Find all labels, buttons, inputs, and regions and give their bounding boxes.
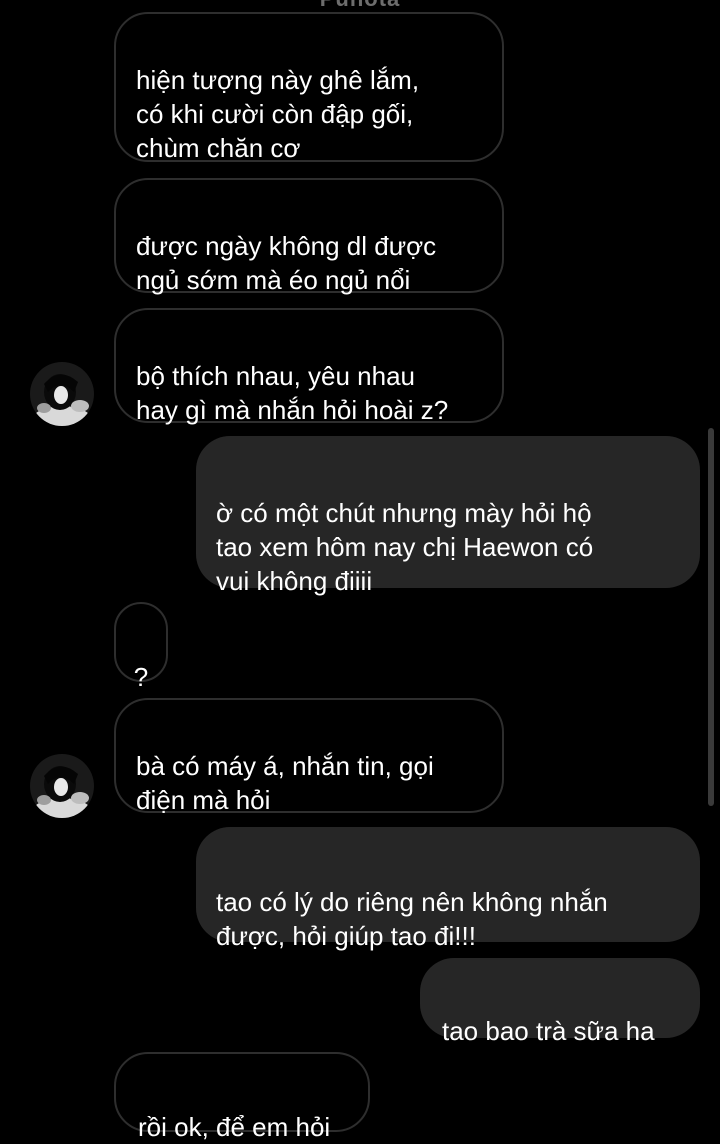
contact-name-header: Punota xyxy=(0,0,720,12)
message-text: tao bao trà sữa ha xyxy=(442,1016,655,1046)
incoming-message[interactable]: rồi ok, để em hỏi xyxy=(114,1052,370,1142)
message-text: tao có lý do riêng nên không nhắn được, … xyxy=(216,887,608,951)
outgoing-message[interactable]: tao bao trà sữa ha xyxy=(420,958,700,1046)
message-text: ? xyxy=(133,662,149,692)
incoming-message[interactable]: được ngày không dl được ngủ sớm mà éo ng… xyxy=(114,178,504,295)
incoming-message[interactable]: bà có máy á, nhắn tin, gọi điện mà hỏi xyxy=(114,698,504,815)
message-text: rồi ok, để em hỏi xyxy=(138,1112,331,1142)
message-text: hiện tượng này ghê lắm, có khi cười còn … xyxy=(136,65,420,163)
outgoing-message[interactable]: tao có lý do riêng nên không nhắn được, … xyxy=(196,827,700,951)
incoming-message[interactable]: hiện tượng này ghê lắm, có khi cười còn … xyxy=(114,12,504,163)
message-text: được ngày không dl được ngủ sớm mà éo ng… xyxy=(136,231,437,295)
scrollbar[interactable] xyxy=(708,428,714,806)
message-text: ờ có một chút nhưng mày hỏi hộ tao xem h… xyxy=(216,498,594,596)
message-text: bộ thích nhau, yêu nhau hay gì mà nhắn h… xyxy=(136,361,449,425)
contact-avatar-icon[interactable] xyxy=(30,362,94,426)
chat-thread: Punota hiện tượng này ghê lắm, có khi cư… xyxy=(0,0,720,1142)
incoming-message[interactable]: bộ thích nhau, yêu nhau hay gì mà nhắn h… xyxy=(114,308,504,425)
incoming-message[interactable]: ? xyxy=(114,602,168,692)
contact-avatar-icon[interactable] xyxy=(30,754,94,818)
outgoing-message[interactable]: ờ có một chút nhưng mày hỏi hộ tao xem h… xyxy=(196,436,700,596)
message-text: bà có máy á, nhắn tin, gọi điện mà hỏi xyxy=(136,751,434,815)
